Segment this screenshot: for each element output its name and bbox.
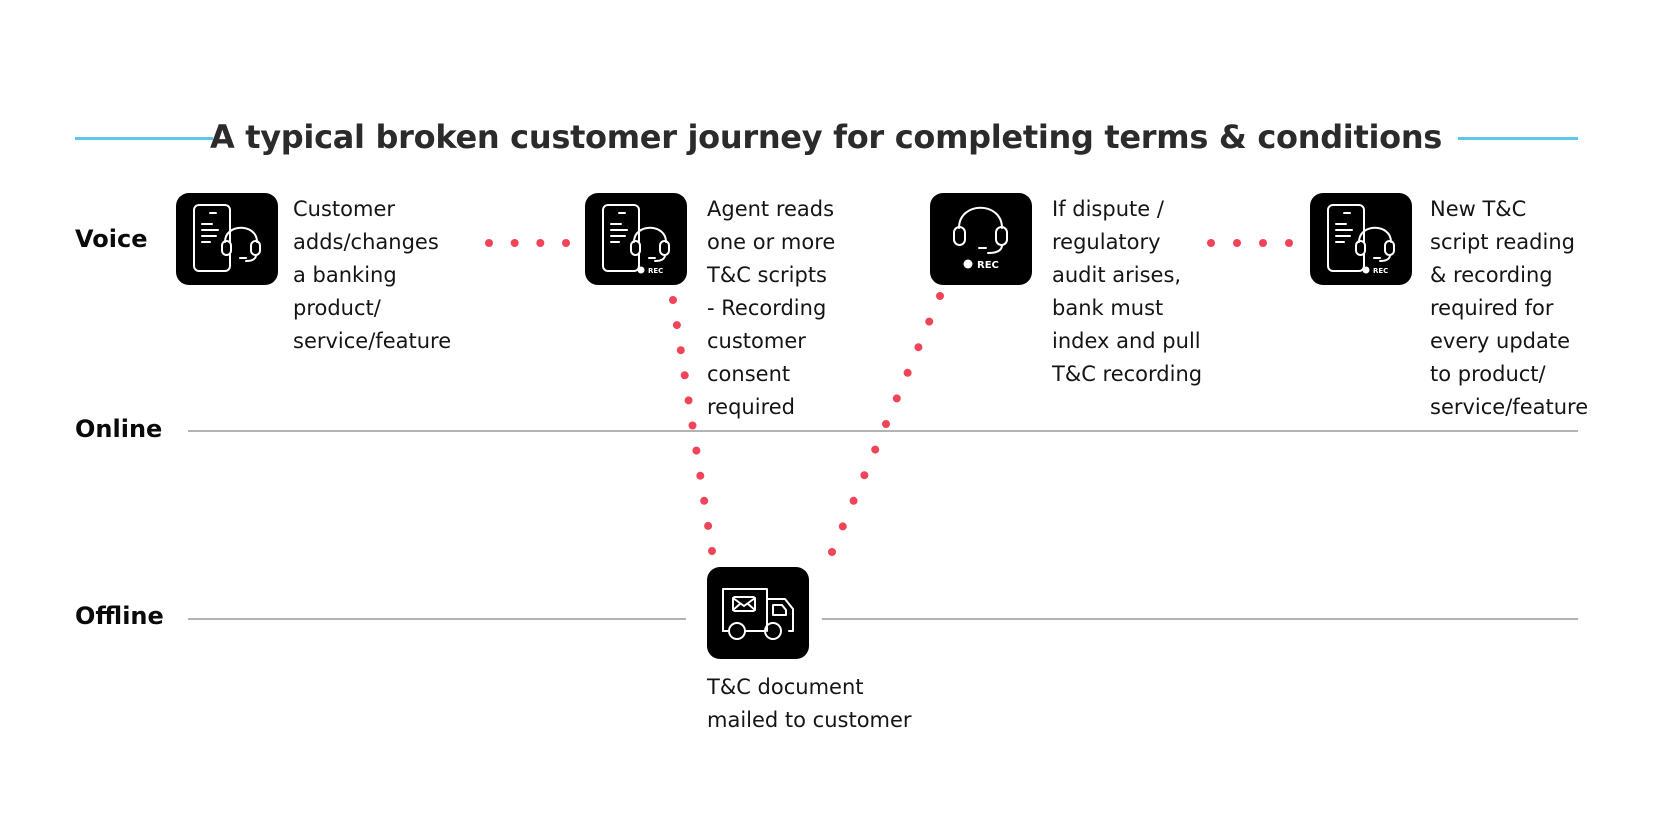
step-2-line: one or more [707,230,836,254]
step-3-line: index and pull [1052,329,1201,353]
connector-dot [871,445,880,454]
connector-dot [892,394,901,403]
connector-dot [562,239,570,247]
phone-headset-rec-icon: REC [1327,204,1395,275]
step-3-line: regulatory [1052,230,1161,254]
step-3-description: If dispute / regulatory audit arises, ba… [1052,193,1202,391]
connector-dot [510,239,519,247]
rec-label: REC [648,267,663,275]
step-5-line: T&C document [707,675,864,699]
connector-1-to-2 [485,239,570,247]
lane-label-voice: Voice [75,225,148,253]
step-2-icon-box: REC [585,193,687,285]
rec-label: REC [977,260,999,271]
step-4-line: New T&C [1430,197,1527,221]
connector-dot [669,296,677,304]
connector-dot [828,548,836,556]
step-5-icon-box [707,567,809,659]
step-4-line: to product/ [1430,362,1546,386]
connector-dot [688,421,697,430]
connector-3-to-4 [1207,239,1293,247]
step-1-line: a banking [293,263,397,287]
rec-dot-icon [963,259,973,269]
connector-dot [903,368,912,377]
connector-dot [936,292,944,300]
step-1-description: Customer adds/changes a banking product/… [293,193,451,358]
rec-label: REC [1373,267,1388,275]
lane-label-online: Online [75,415,163,443]
step-4-line: script reading [1430,230,1575,254]
title-accent-line-right [1458,137,1578,140]
step-4-icon-box: REC [1310,193,1412,285]
connector-dot [680,371,689,380]
step-4-description: New T&C script reading & recording requi… [1430,193,1588,424]
connector-dot [838,522,847,531]
step-3-icon-box: REC [930,193,1032,285]
headset-rec-icon: REC [953,206,1008,271]
step-3-line: bank must [1052,296,1164,320]
step-1-line: service/feature [293,329,452,353]
connector-dot [860,471,869,480]
connector-dot [700,496,709,505]
connector-dot [925,317,934,326]
step-4-line: required for [1430,296,1554,320]
connector-dot [1207,239,1215,247]
step-2-line: consent [707,362,791,386]
step-2-line: T&C scripts [707,263,828,287]
step-2-line: required [707,395,795,419]
phone-headset-rec-icon: REC [602,204,670,275]
connector-dot [672,321,681,330]
step-5-description: T&C document mailed to customer [707,671,912,737]
connector-5-to-3 [828,292,944,556]
step-4-line: service/feature [1430,395,1589,419]
rec-dot-icon [1362,266,1370,274]
connector-dot [692,446,701,455]
connector-dot [684,396,693,405]
page-title: A typical broken customer journey for co… [209,118,1443,156]
connector-dot [914,343,923,352]
step-2-description: Agent reads one or more T&C scripts - Re… [707,193,835,424]
connector-dot [676,346,685,355]
connector-dot [536,239,545,247]
step-2-line: - Recording [707,296,827,320]
step-3-line: T&C recording [1052,362,1203,386]
connector-dot [1233,239,1241,247]
lane-line-offline-left [188,618,686,620]
rec-dot-icon [637,266,645,274]
step-4-line: every update [1430,329,1570,353]
lane-line-offline-right [822,618,1578,620]
lane-line-online [188,430,1578,432]
connector-dot [708,547,716,555]
step-1-line: Customer [293,197,396,221]
step-1-line: adds/changes [293,230,439,254]
connector-dot [1285,239,1293,247]
mail-truck-icon [722,588,794,640]
connector-dot [485,239,493,247]
step-2-line: Agent reads [707,197,835,221]
connector-dot [1259,239,1267,247]
step-4-line: & recording [1430,263,1553,287]
step-5-line: mailed to customer [707,708,912,732]
step-1-line: product/ [293,296,381,320]
step-2-line: customer [707,329,806,353]
phone-headset-icon [193,204,261,272]
lane-label-offline: Offline [75,602,164,630]
connector-dot [704,521,713,530]
step-1-icon-box [176,193,278,285]
step-3-line: audit arises, [1052,263,1182,287]
connector-dot [696,471,705,480]
step-3-line: If dispute / [1052,197,1164,221]
connector-dot [882,420,890,428]
connector-dot [849,496,858,505]
